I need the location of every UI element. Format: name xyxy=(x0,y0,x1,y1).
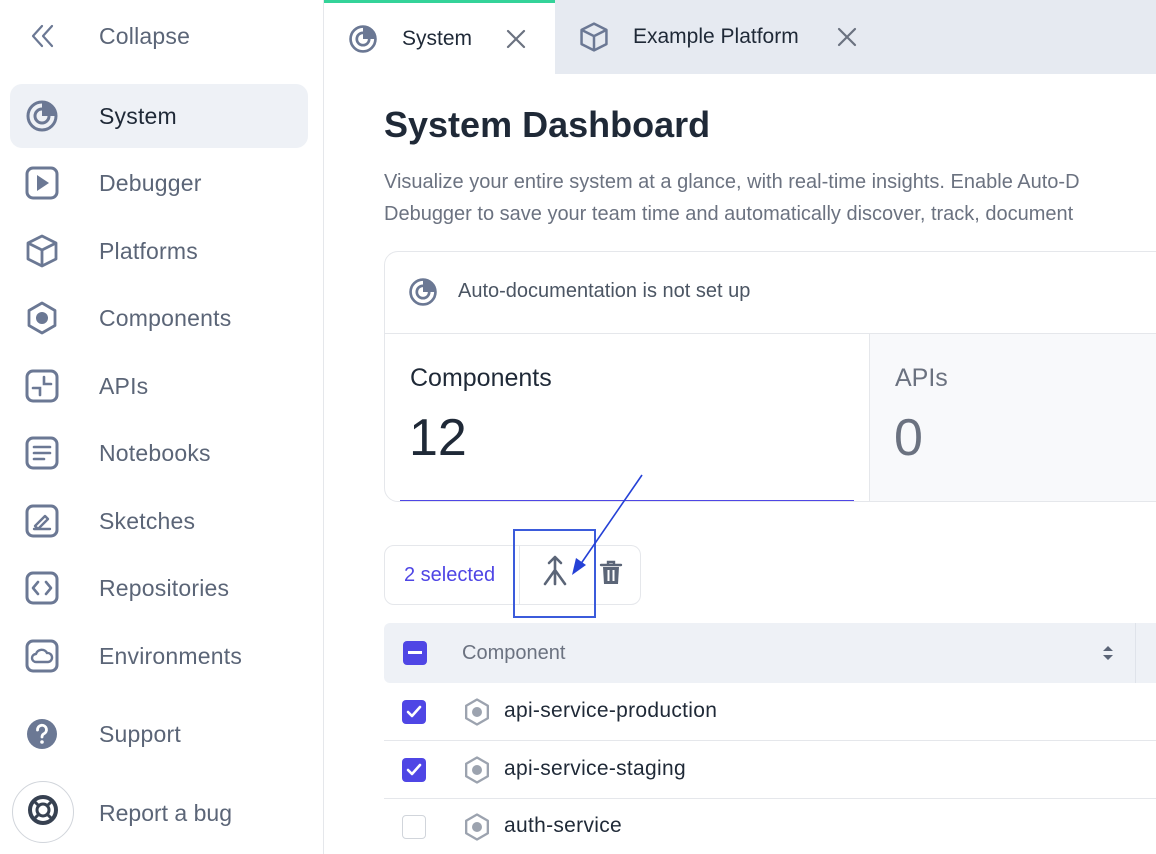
sidebar-item-components[interactable]: Components xyxy=(10,286,308,350)
tab-bar: System Example Platform xyxy=(324,0,1156,74)
report-bug-button[interactable] xyxy=(12,781,74,843)
column-header-component[interactable]: Component xyxy=(462,642,565,665)
sidebar-item-repositories[interactable]: Repositories xyxy=(10,556,308,620)
table-row[interactable]: api-service-production xyxy=(384,683,1156,741)
report-bug-label[interactable]: Report a bug xyxy=(99,800,232,827)
table-row[interactable]: api-service-staging xyxy=(384,741,1156,799)
selection-count: 2 selected xyxy=(404,564,496,586)
page-description: Visualize your entire system at a glance… xyxy=(384,166,1156,230)
sidebar-item-label: Notebooks xyxy=(99,439,211,466)
collapse-label: Collapse xyxy=(99,22,191,49)
sidebar: Collapse System Debugger Platforms Compo… xyxy=(0,0,324,854)
system-icon xyxy=(22,96,62,136)
card-header: Auto-documentation is not set up xyxy=(385,252,1156,334)
table-row[interactable]: auth-service xyxy=(384,798,1156,854)
table-header: Component xyxy=(384,623,1156,683)
api-icon xyxy=(22,366,62,406)
row-checkbox[interactable] xyxy=(402,758,426,782)
tab-system[interactable]: System xyxy=(324,0,555,74)
stat-label: APIs xyxy=(895,364,948,392)
row-checkbox[interactable] xyxy=(402,700,426,724)
stat-value: 0 xyxy=(894,409,923,467)
sidebar-item-notebooks[interactable]: Notebooks xyxy=(10,421,308,485)
auto-doc-notice: Auto-documentation is not set up xyxy=(458,280,751,302)
play-icon xyxy=(22,163,62,203)
hexagon-icon xyxy=(22,298,62,338)
sketch-icon xyxy=(22,501,62,541)
active-stat-underline xyxy=(400,500,854,501)
sidebar-item-apis[interactable]: APIs xyxy=(10,354,308,418)
sidebar-item-debugger[interactable]: Debugger xyxy=(10,151,308,215)
sidebar-item-label: Components xyxy=(99,304,232,331)
sidebar-item-system[interactable]: System xyxy=(10,84,308,148)
close-icon[interactable] xyxy=(503,26,529,52)
delete-button[interactable] xyxy=(596,560,626,590)
description-line: Debugger to save your team time and auto… xyxy=(384,203,1074,225)
cube-icon xyxy=(577,20,611,54)
double-chevron-left-icon xyxy=(22,16,62,56)
component-name[interactable]: api-service-production xyxy=(504,699,717,723)
notebook-icon xyxy=(22,433,62,473)
description-line: Visualize your entire system at a glance… xyxy=(384,171,1080,193)
sidebar-item-label: Support xyxy=(99,720,181,747)
component-name[interactable]: api-service-staging xyxy=(504,757,686,781)
sidebar-item-environments[interactable]: Environments xyxy=(10,624,308,688)
row-checkbox[interactable] xyxy=(402,815,426,839)
system-icon xyxy=(346,22,380,56)
select-all-checkbox[interactable] xyxy=(403,641,427,665)
page-title: System Dashboard xyxy=(384,104,711,145)
tab-label: System xyxy=(402,26,473,50)
sort-icon[interactable] xyxy=(1100,642,1116,664)
sidebar-item-label: System xyxy=(99,102,177,129)
column-divider xyxy=(1135,623,1136,683)
cube-icon xyxy=(22,231,62,271)
cloud-icon xyxy=(22,636,62,676)
help-icon xyxy=(22,714,62,754)
sidebar-item-label: Repositories xyxy=(99,574,230,601)
sidebar-item-label: APIs xyxy=(99,372,149,399)
auto-doc-card: Auto-documentation is not set up Compone… xyxy=(384,251,1156,502)
sidebar-item-label: Debugger xyxy=(99,169,202,196)
stat-label: Components xyxy=(410,364,552,392)
merge-button[interactable] xyxy=(513,529,596,618)
trash-icon xyxy=(599,560,623,591)
component-name[interactable]: auth-service xyxy=(504,814,622,838)
sidebar-item-sketches[interactable]: Sketches xyxy=(10,489,308,553)
hexagon-icon xyxy=(462,697,492,727)
lifebuoy-icon xyxy=(26,793,60,832)
stat-apis[interactable]: APIs 0 xyxy=(870,334,1156,501)
tab-label: Example Platform xyxy=(633,25,799,48)
system-icon xyxy=(407,276,441,310)
code-icon xyxy=(22,568,62,608)
collapse-button[interactable]: Collapse xyxy=(10,4,308,68)
sidebar-item-support[interactable]: Support xyxy=(10,702,308,766)
tab-example-platform[interactable]: Example Platform xyxy=(555,0,857,74)
close-icon[interactable] xyxy=(834,24,860,50)
stat-value: 12 xyxy=(409,409,467,467)
sidebar-item-label: Sketches xyxy=(99,507,196,534)
merge-icon xyxy=(540,554,570,593)
hexagon-icon xyxy=(462,812,492,842)
stat-components[interactable]: Components 12 xyxy=(385,334,870,501)
sidebar-item-label: Environments xyxy=(99,642,243,669)
hexagon-icon xyxy=(462,755,492,785)
sidebar-item-platforms[interactable]: Platforms xyxy=(10,219,308,283)
sidebar-item-label: Platforms xyxy=(99,237,198,264)
